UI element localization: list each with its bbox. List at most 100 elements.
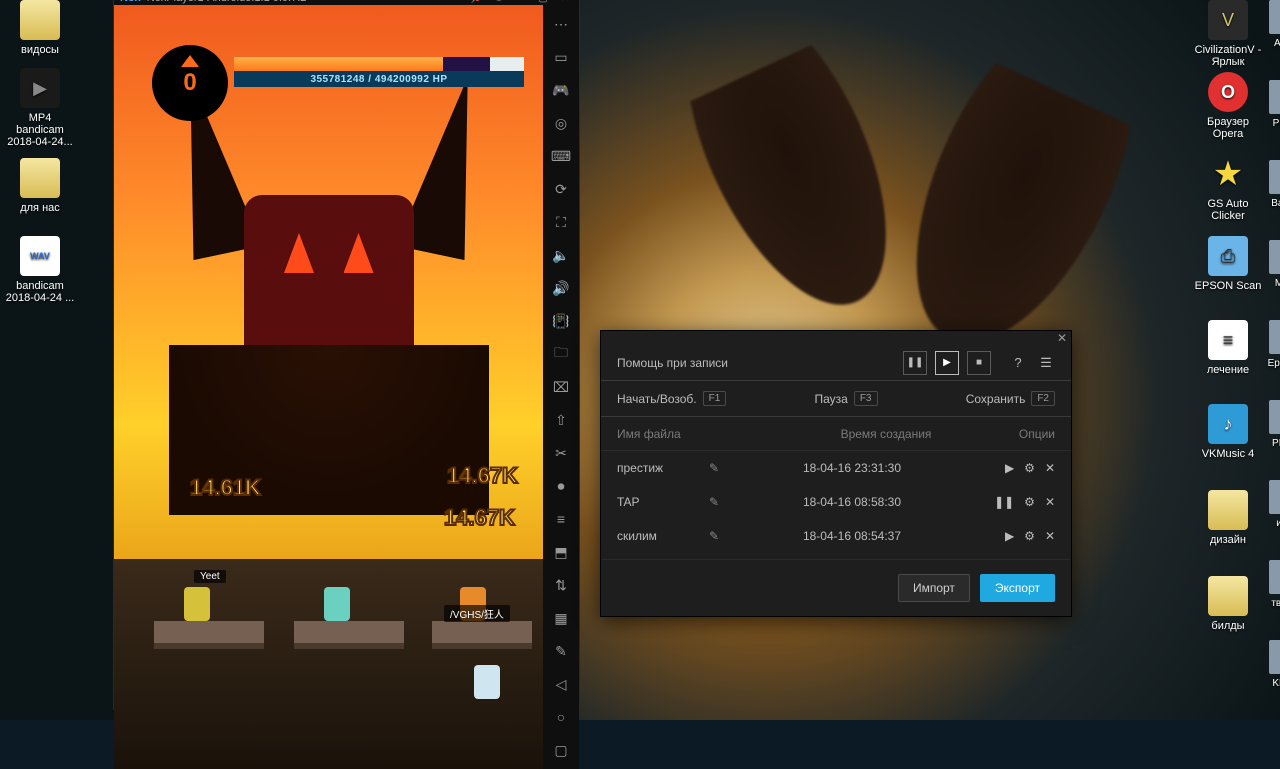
desktop-icon[interactable]: KB: [1264, 640, 1280, 689]
export-button[interactable]: Экспорт: [980, 574, 1055, 602]
home-icon[interactable]: ○: [550, 706, 572, 728]
volume-up-icon[interactable]: 🔊: [550, 277, 572, 299]
desktop-icon[interactable]: PF: [1264, 80, 1280, 129]
edit-icon[interactable]: ✎: [709, 461, 729, 475]
recent-icon[interactable]: ▢: [550, 739, 572, 761]
desktop-icon[interactable]: для нас: [4, 158, 76, 214]
record-icon[interactable]: ⏺: [550, 475, 572, 497]
ground: [114, 559, 543, 769]
icon-label: Браузер Opera: [1192, 116, 1264, 140]
shake-icon[interactable]: 📳: [550, 310, 572, 332]
icon-label: лечение: [1192, 364, 1264, 376]
help-icon[interactable]: ?: [1009, 354, 1027, 372]
icon-label: bandicam 2018-04-24 ...: [4, 280, 76, 304]
desktop-icon[interactable]: ⎙ EPSON Scan: [1192, 236, 1264, 292]
play-icon[interactable]: ▶: [1005, 461, 1014, 475]
import-button[interactable]: Импорт: [898, 574, 970, 602]
desktop-icon[interactable]: ≡ лечение: [1192, 320, 1264, 376]
damage-number: 14.67K: [447, 463, 518, 489]
panel-title: Помощь при записи: [617, 356, 895, 370]
desktop-icon[interactable]: дизайн: [1192, 490, 1264, 546]
delete-icon[interactable]: ✕: [1045, 529, 1055, 543]
gear-icon[interactable]: ⚙: [1024, 495, 1035, 509]
music-icon: ♪: [1208, 404, 1248, 444]
icon-label: PF: [1264, 118, 1280, 129]
script-icon[interactable]: ✎: [550, 640, 572, 662]
upload-icon[interactable]: ⇧: [550, 409, 572, 431]
recording-timestamp: 18-04-16 08:54:37: [729, 529, 975, 543]
stop-button[interactable]: ■: [967, 351, 991, 375]
play-button[interactable]: ▶: [935, 351, 959, 375]
desktop-icon[interactable]: PH: [1264, 400, 1280, 449]
gear-icon[interactable]: ⚙: [1024, 461, 1035, 475]
location-icon[interactable]: ◎: [550, 112, 572, 134]
pause-button[interactable]: ❚❚: [903, 351, 927, 375]
document-icon: ≡: [1208, 320, 1248, 360]
screenshot-icon[interactable]: ⌧: [550, 376, 572, 398]
icon-label: MP4: [4, 112, 76, 124]
nox-sidebar: ⋯ ▭ 🎮 ◎ ⌨ ⟳ ⛶ 🔈 🔊 📳 🗀 ⌧ ⇧ ✂ ⏺ ≡ ⬒ ⇅ ▦ ✎ ◁ ○ ▢: [543, 5, 579, 769]
volume-icon[interactable]: 🔈: [550, 244, 572, 266]
gear-icon[interactable]: ⚙: [1024, 529, 1035, 543]
hero-sprite: [324, 587, 350, 621]
desktop-icon[interactable]: видосы: [4, 0, 76, 56]
game-viewport[interactable]: 0 355781248 / 494200992 HP 14.61K14.67K1…: [114, 5, 543, 769]
play-icon[interactable]: ▶: [1005, 529, 1014, 543]
pause-icon[interactable]: ❚❚: [994, 495, 1014, 509]
cut-icon[interactable]: ✂: [550, 442, 572, 464]
recording-name: TAP: [617, 495, 709, 509]
desktop-icon[interactable]: V CivilizationV - Ярлык: [1192, 0, 1264, 68]
icon-label: Ar: [1264, 38, 1280, 49]
scanner-icon: ⎙: [1208, 236, 1248, 276]
desktop-icon[interactable]: тво: [1264, 560, 1280, 609]
app-icon: V: [1208, 0, 1248, 40]
player-nametag: Yeet: [194, 570, 226, 583]
desktop-icon[interactable]: и: [1264, 480, 1280, 529]
desktop-icon[interactable]: WAV bandicam 2018-04-24 ...: [4, 236, 76, 304]
app-icon: [1269, 320, 1280, 354]
desktop-icon[interactable]: Ar: [1264, 0, 1280, 49]
icon-label: Bar: [1264, 198, 1280, 209]
delete-icon[interactable]: ✕: [1045, 495, 1055, 509]
close-icon[interactable]: ✕: [1057, 331, 1067, 345]
edit-icon[interactable]: ✎: [709, 529, 729, 543]
back-icon[interactable]: ◁: [550, 673, 572, 695]
hp-text: 355781248 / 494200992 HP: [234, 71, 524, 87]
star-icon: ★: [1208, 154, 1248, 194]
rotate-icon[interactable]: ⟳: [550, 178, 572, 200]
edit-icon[interactable]: ✎: [709, 495, 729, 509]
hero-sprite: [474, 665, 500, 699]
desktop-icon[interactable]: билды: [1192, 576, 1264, 632]
record-helper-panel: ✕ Помощь при записи ❚❚ ▶ ■ ? ☰ Начать/Во…: [600, 330, 1072, 617]
tablet-icon[interactable]: ▭: [550, 46, 572, 68]
fullscreen-icon[interactable]: ⛶: [550, 211, 572, 233]
more-icon[interactable]: ⋯: [550, 13, 572, 35]
desktop-icon[interactable]: ♪ VKMusic 4: [1192, 404, 1264, 460]
icon-label: PH: [1264, 438, 1280, 449]
list-icon[interactable]: ☰: [1037, 354, 1055, 372]
icon-sublabel: bandicam 2018-04-24...: [4, 124, 76, 148]
multi-icon[interactable]: ▦: [550, 607, 572, 629]
nox-window: Nox NoxPlayer1-Android5.1.1 0.0.7.2 📌 ⚙ …: [113, 0, 580, 710]
desktop-icon[interactable]: ★ GS Auto Clicker: [1192, 154, 1264, 222]
damage-number: 14.67K: [444, 505, 515, 531]
folder-icon[interactable]: 🗀: [550, 343, 572, 365]
icon-label: VKMusic 4: [1192, 448, 1264, 460]
hk-start-label: Начать/Возоб.: [617, 392, 697, 406]
keyboard-icon[interactable]: ⌨: [550, 145, 572, 167]
apk-icon[interactable]: ⬒: [550, 541, 572, 563]
icon-label: M: [1264, 278, 1280, 289]
desktop-icon[interactable]: O Браузер Opera: [1192, 72, 1264, 140]
delete-icon[interactable]: ✕: [1045, 461, 1055, 475]
sync-icon[interactable]: ⇅: [550, 574, 572, 596]
desktop-icon[interactable]: ▶ MP4 bandicam 2018-04-24...: [4, 68, 76, 148]
column-headers: Имя файла Время создания Опции: [601, 417, 1071, 451]
desktop-icon[interactable]: Epso: [1264, 320, 1280, 369]
menu-icon[interactable]: ≡: [550, 508, 572, 530]
gamepad-icon[interactable]: 🎮: [550, 79, 572, 101]
desktop-icon[interactable]: Bar: [1264, 160, 1280, 209]
player-nametag: /VGHS/狂人: [444, 605, 510, 622]
desktop-icon[interactable]: M: [1264, 240, 1280, 289]
app-icon: [1269, 80, 1280, 114]
hp-bar: 355781248 / 494200992 HP: [234, 57, 524, 87]
